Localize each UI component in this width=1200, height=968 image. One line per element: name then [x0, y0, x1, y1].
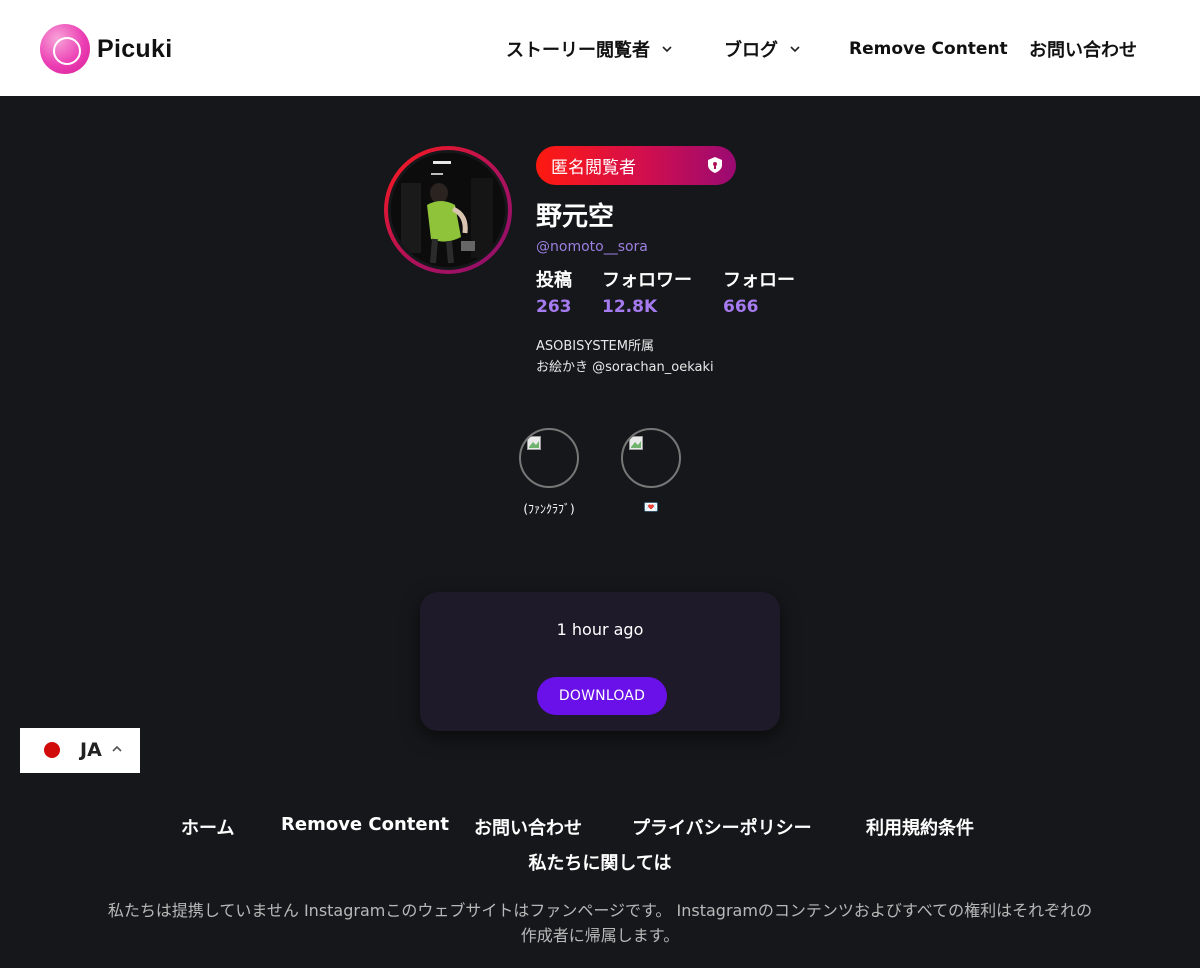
stat-posts-value: 263: [536, 297, 572, 317]
footer-link-home[interactable]: ホーム: [181, 814, 234, 840]
story-highlight[interactable]: [519, 428, 579, 488]
highlight-label: 💌: [643, 500, 659, 514]
footer-link-terms[interactable]: 利用規約条件: [866, 814, 974, 840]
chevron-down-icon: [790, 46, 800, 53]
broken-image-icon: [527, 436, 541, 450]
nav-contact-label: お問い合わせ: [1029, 40, 1137, 61]
chevron-up-icon: [112, 745, 122, 752]
nav-blog-label: ブログ: [724, 40, 778, 61]
broken-image-icon: [629, 436, 643, 450]
japan-flag-icon: [44, 742, 60, 758]
stat-followers-value: 12.8K: [602, 297, 658, 317]
nav-remove-content[interactable]: Remove Content: [849, 36, 1008, 62]
nav-blog[interactable]: ブログ: [724, 36, 800, 62]
stat-following-value: 666: [723, 297, 759, 317]
avatar-image: [391, 153, 505, 267]
footer-link-remove-content[interactable]: Remove Content: [281, 814, 449, 835]
stat-following-label: フォロー: [723, 270, 795, 291]
stat-posts-label: 投稿: [536, 270, 572, 291]
post-timestamp: 1 hour ago: [556, 620, 644, 639]
anonymous-viewer-badge: 匿名閲覧者: [536, 146, 736, 185]
avatar-photo: [388, 150, 508, 270]
download-button[interactable]: DOWNLOAD: [537, 677, 667, 715]
bio-line: ASOBISYSTEM所属: [536, 339, 654, 354]
footer-link-about[interactable]: 私たちに関しては: [0, 849, 1200, 875]
profile-avatar: [384, 146, 512, 274]
post-card: 1 hour ago DOWNLOAD: [420, 592, 780, 731]
nav-contact[interactable]: お問い合わせ: [1029, 36, 1137, 62]
nav-story-viewer-label: ストーリー閲覧者: [506, 40, 650, 61]
language-code: JA: [80, 739, 102, 761]
nav-story-viewer[interactable]: ストーリー閲覧者: [506, 36, 672, 62]
language-selector[interactable]: JA: [20, 728, 140, 773]
story-highlight[interactable]: [621, 428, 681, 488]
badge-label: 匿名閲覧者: [551, 158, 636, 178]
footer-link-contact[interactable]: お問い合わせ: [474, 814, 582, 840]
profile-name: 野元空: [536, 202, 615, 232]
stat-followers-label: フォロワー: [602, 270, 692, 291]
shield-lock-icon: [708, 157, 722, 173]
profile-handle[interactable]: @nomoto__sora: [536, 239, 648, 255]
bio-line: お絵かき @sorachan_oekaki: [536, 360, 714, 375]
profile-bio: ASOBISYSTEM所属 お絵かき @sorachan_oekaki: [536, 336, 714, 378]
main-nav: ストーリー閲覧者 ブログ Remove Content お問い合わせ: [0, 36, 1200, 62]
highlight-label: (ﾌｧﾝｸﾗﾌﾞ): [523, 502, 575, 516]
nav-remove-content-label: Remove Content: [849, 39, 1008, 59]
chevron-down-icon: [662, 46, 672, 53]
footer-disclaimer: 私たちは提携していません Instagramこのウェブサイトはファンページです。…: [107, 901, 1093, 945]
site-header: Picuki ストーリー閲覧者 ブログ Remove Content お問い合わ…: [0, 0, 1200, 96]
footer-link-privacy[interactable]: プライバシーポリシー: [632, 814, 812, 840]
